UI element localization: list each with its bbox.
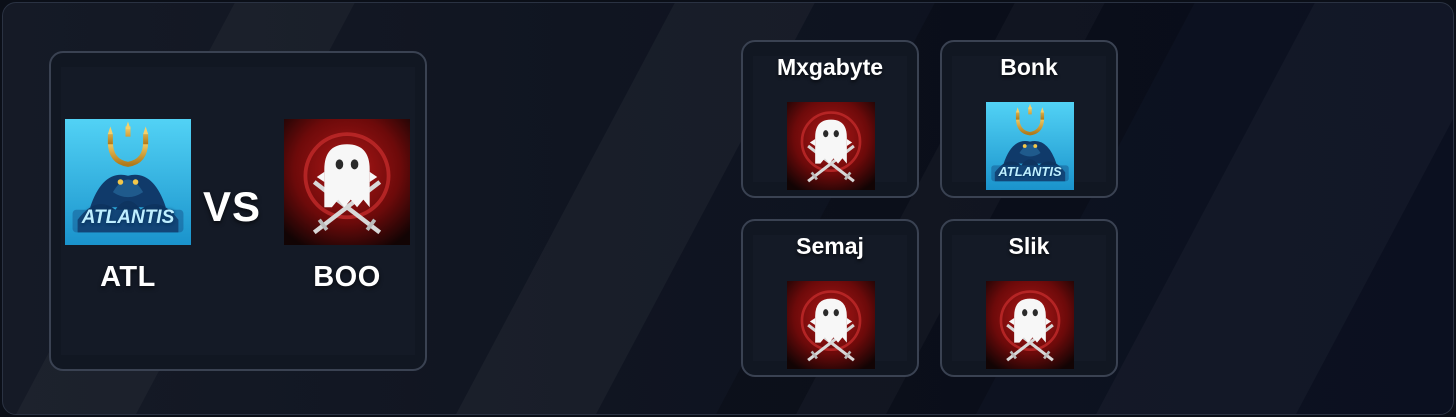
vs-label: VS	[203, 183, 262, 230]
player-card-bonk[interactable]: Bonk ATLANTIS	[940, 40, 1118, 198]
atlantis-logo-text: ATLANTIS	[998, 164, 1062, 179]
match-card: ATLANTIS VS ATL BOO	[49, 51, 427, 371]
atlantis-trident-logo: ATLANTIS	[986, 102, 1074, 190]
match-banner: ATLANTIS VS ATL BOO Mxgabyte Bonk ATLANT…	[2, 2, 1454, 415]
ghost-crossed-swords-logo	[284, 119, 410, 245]
player-card-slik[interactable]: Slik	[940, 219, 1118, 377]
player-card-mxgabyte[interactable]: Mxgabyte	[741, 40, 919, 198]
atlantis-trident-logo: ATLANTIS	[65, 119, 191, 245]
ghost-crossed-swords-logo	[986, 281, 1074, 369]
home-team-name: ATL	[100, 261, 156, 293]
player-name: Slik	[1008, 233, 1050, 259]
ghost-crossed-swords-logo	[787, 102, 875, 190]
background-stripe	[1086, 3, 1453, 414]
player-name: Mxgabyte	[776, 54, 884, 80]
away-team-name: BOO	[313, 261, 381, 293]
player-name: Bonk	[1000, 54, 1058, 80]
atlantis-logo-text: ATLANTIS	[81, 207, 175, 228]
player-name: Semaj	[796, 233, 864, 259]
player-card-semaj[interactable]: Semaj	[741, 219, 919, 377]
ghost-crossed-swords-logo	[787, 281, 875, 369]
